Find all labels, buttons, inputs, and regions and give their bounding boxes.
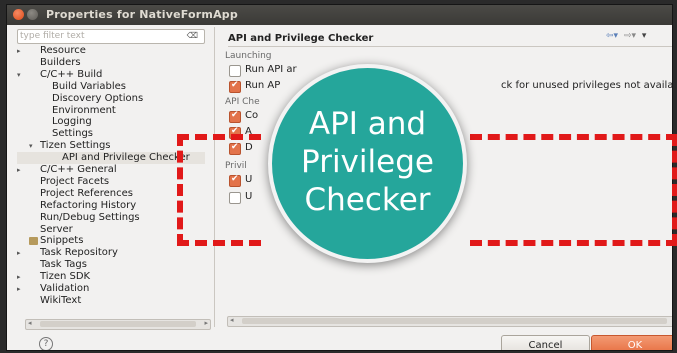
api-check-option-1-label: Co	[245, 110, 259, 121]
tree-item-label: C/C++ General	[40, 164, 117, 175]
tree-item[interactable]: Environment	[17, 105, 205, 117]
tree-item-label: Validation	[40, 283, 90, 294]
tree-item-label: Task Repository	[40, 247, 118, 259]
run-api-privilege-label: Run AP	[245, 80, 281, 91]
tree-item-label: C/C++ Build	[40, 68, 103, 80]
close-window-button[interactable]	[13, 9, 24, 20]
window-title: Properties for NativeFormApp	[46, 8, 238, 21]
snippets-icon	[29, 237, 38, 246]
collapsed-arrow-icon[interactable]: ▸	[17, 247, 21, 259]
back-arrow-icon[interactable]: ⇦▾	[606, 31, 618, 41]
collapsed-arrow-icon[interactable]: ▸	[17, 45, 21, 57]
group-launching: Launching	[225, 51, 272, 61]
tree-item-label: Settings	[52, 128, 94, 140]
tree-item[interactable]: Logging	[17, 116, 205, 128]
tree-item-label: Project Facets	[40, 175, 110, 187]
expanded-arrow-icon[interactable]: ▾	[17, 69, 21, 81]
view-menu-icon[interactable]: ▾	[642, 31, 647, 41]
page-scroll-thumb[interactable]	[242, 318, 667, 324]
filter-box: ⌫	[17, 29, 205, 44]
tree-item[interactable]: WikiText	[17, 295, 205, 307]
api-check-option-1-checkbox[interactable]	[229, 110, 241, 123]
tree-item-label: Resource	[40, 45, 86, 56]
forward-arrow-icon[interactable]: ⇨▾	[624, 31, 636, 41]
tree-item-label: Discovery Options	[52, 92, 144, 104]
tree-item[interactable]: ▸ Task Repository	[17, 247, 205, 259]
tree-item-label: Logging	[52, 116, 92, 128]
tree-item[interactable]: ▸ Tizen SDK	[17, 271, 205, 283]
tree-item-label: Run/Debug Settings	[40, 211, 140, 223]
tree-scroll-thumb[interactable]	[40, 321, 196, 327]
tree-item[interactable]: Builders	[17, 57, 205, 69]
minimize-window-button[interactable]	[27, 9, 38, 20]
ok-button[interactable]: OK	[591, 335, 672, 350]
page-title: API and Privilege Checker	[228, 33, 374, 44]
callout-line-2: Privilege	[301, 144, 434, 180]
tree-item[interactable]: Discovery Options	[17, 93, 205, 105]
tree-item[interactable]: ▾ C/C++ Build	[17, 69, 205, 81]
tree-item-label: Tizen SDK	[40, 271, 91, 283]
cancel-button[interactable]: Cancel	[501, 335, 590, 350]
tree-horizontal-scrollbar[interactable]: ◂ ▸	[25, 319, 211, 330]
callout-line-3: Checker	[304, 182, 431, 218]
tree-item-label: Refactoring History	[40, 199, 137, 211]
tree-item-label: Builders	[40, 56, 81, 68]
callout-bubble: API and Privilege Checker	[268, 64, 467, 263]
run-api-privilege-checkbox[interactable]	[229, 80, 241, 93]
expanded-arrow-icon[interactable]: ▾	[29, 140, 33, 152]
collapsed-arrow-icon[interactable]: ▸	[17, 164, 21, 176]
title-bar: Properties for NativeFormApp	[7, 5, 672, 25]
scroll-right-icon[interactable]: ▸	[204, 319, 208, 327]
scroll-left-icon[interactable]: ◂	[230, 316, 234, 324]
scroll-left-icon[interactable]: ◂	[28, 319, 32, 327]
collapsed-arrow-icon[interactable]: ▸	[17, 283, 21, 295]
page-horizontal-scrollbar[interactable]: ◂ ▸	[227, 316, 672, 327]
tree-item-label: Task Tags	[40, 259, 87, 271]
clear-filter-icon[interactable]: ⌫	[187, 31, 198, 40]
help-icon[interactable]: ?	[39, 337, 53, 350]
collapsed-arrow-icon[interactable]: ▸	[17, 271, 21, 283]
run-api-checkbox[interactable]	[229, 65, 241, 77]
tree-item-label: Build Variables	[52, 80, 126, 92]
run-api-label: Run API ar	[245, 64, 297, 75]
tree-item[interactable]: ▸ Validation	[17, 283, 205, 295]
callout-line-1: API and	[308, 106, 427, 142]
header-separator	[228, 46, 672, 47]
tree-item-label: Environment	[52, 104, 116, 116]
tree-item[interactable]: Task Tags	[17, 259, 205, 271]
highlight-frame-right	[470, 134, 677, 246]
tree-item-label: API and Privilege Checker	[62, 152, 190, 164]
tree-item-label: Project References	[40, 187, 133, 199]
tree-item[interactable]: ▸ Resource	[17, 45, 205, 57]
page-nav: ⇦▾ ⇨▾ ▾	[603, 31, 646, 41]
unused-privileges-label: ck for unused privileges not available	[501, 80, 673, 91]
group-api-check: API Che	[225, 97, 260, 107]
tree-item-label: Snippets	[40, 235, 84, 247]
tree-item-label: WikiText	[40, 294, 82, 306]
tree-item-label: Server	[40, 223, 73, 235]
highlight-frame-left	[177, 134, 261, 246]
tree-item-label: Tizen Settings	[40, 140, 111, 152]
tree-item[interactable]: Build Variables	[17, 81, 205, 93]
filter-input[interactable]	[20, 30, 170, 42]
